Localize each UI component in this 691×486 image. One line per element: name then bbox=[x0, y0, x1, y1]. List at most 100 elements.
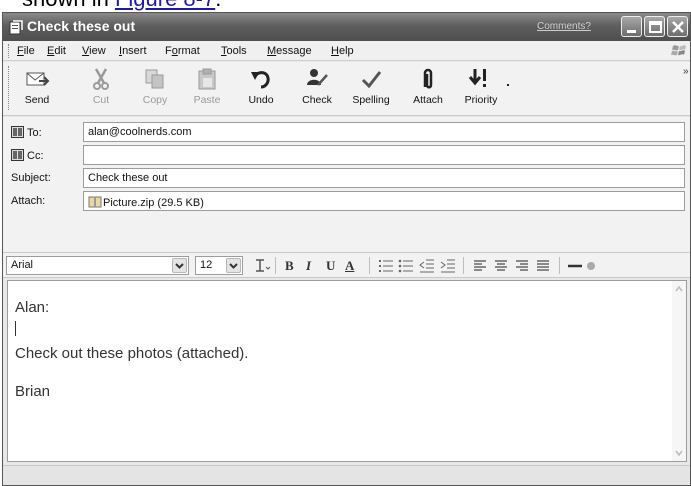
chevron-down-icon bbox=[229, 263, 238, 269]
menubar-grip[interactable] bbox=[8, 44, 11, 58]
size-dropdown-button[interactable] bbox=[226, 258, 241, 273]
body-scrollbar[interactable] bbox=[672, 281, 686, 461]
maximize-icon bbox=[649, 21, 662, 33]
menu-view[interactable]: View bbox=[82, 45, 106, 57]
minimize-icon bbox=[627, 30, 636, 33]
body-line-greeting: Alan: bbox=[15, 299, 50, 316]
address-book-icon bbox=[11, 149, 24, 161]
menu-insert[interactable]: Insert bbox=[119, 45, 147, 57]
toolbar-grip[interactable] bbox=[8, 66, 11, 110]
menu-help[interactable]: Help bbox=[331, 45, 354, 57]
body-line-signature: Brian bbox=[15, 383, 51, 400]
priority-button[interactable]: Priority bbox=[459, 65, 503, 113]
subject-label: Subject: bbox=[11, 172, 51, 184]
figure-link[interactable]: Figure 8-7 bbox=[115, 0, 215, 11]
underline-button[interactable]: U bbox=[326, 258, 335, 274]
scroll-up-icon[interactable] bbox=[674, 284, 684, 294]
justify-icon[interactable] bbox=[534, 257, 552, 275]
scroll-down-icon[interactable] bbox=[674, 448, 684, 458]
spelling-button[interactable]: Spelling bbox=[349, 65, 393, 113]
attach-label: Attach: bbox=[11, 195, 46, 207]
menu-format[interactable]: Format bbox=[165, 45, 200, 57]
align-center-icon[interactable] bbox=[492, 257, 510, 275]
insert-picture-icon[interactable] bbox=[585, 257, 603, 275]
subject-field[interactable]: Check these out bbox=[83, 168, 685, 188]
comments-link[interactable]: Comments? bbox=[537, 21, 591, 32]
windows-logo-icon bbox=[671, 42, 687, 61]
chevron-down-icon bbox=[175, 263, 184, 269]
status-bar bbox=[3, 465, 690, 485]
compose-window: Check these out Comments? File Edit View… bbox=[2, 12, 691, 486]
address-book-icon bbox=[11, 126, 24, 138]
italic-button[interactable]: I bbox=[306, 258, 311, 274]
formatting-toolbar: Arial 12 B I U A bbox=[3, 252, 690, 278]
font-color-button[interactable]: A bbox=[345, 258, 354, 274]
main-toolbar: Send Cut Copy Paste Undo Check Spelling bbox=[3, 62, 690, 116]
minimize-button[interactable] bbox=[621, 16, 642, 37]
close-icon bbox=[672, 21, 684, 33]
caption-prefix: shown in bbox=[22, 0, 115, 11]
chevron-down-icon bbox=[507, 84, 509, 86]
send-button[interactable]: Send bbox=[19, 65, 55, 113]
toolbar-overflow[interactable]: » bbox=[683, 66, 689, 77]
menu-bar: File Edit View Insert Format Tools Messa… bbox=[3, 41, 690, 61]
decrease-indent-icon[interactable] bbox=[418, 257, 436, 275]
check-names-button[interactable]: Check bbox=[299, 65, 335, 113]
clipboard-icon bbox=[198, 68, 216, 90]
priority-icon bbox=[468, 69, 486, 87]
text-caret bbox=[15, 321, 16, 336]
close-button[interactable] bbox=[667, 16, 688, 37]
checkmark-icon bbox=[361, 71, 382, 89]
cc-field[interactable] bbox=[83, 145, 685, 165]
to-field[interactable]: alan@coolnerds.com bbox=[83, 122, 685, 142]
paperclip-icon bbox=[423, 68, 433, 89]
cc-row: Cc: bbox=[3, 145, 690, 167]
copy-icon bbox=[145, 69, 164, 89]
zip-file-icon bbox=[88, 196, 102, 208]
numbered-list-icon[interactable] bbox=[377, 257, 395, 275]
menu-tools[interactable]: Tools bbox=[221, 45, 247, 57]
figure-caption: shown in Figure 8-7. bbox=[0, 0, 691, 12]
paste-button[interactable]: Paste bbox=[189, 65, 225, 113]
cut-button[interactable]: Cut bbox=[85, 65, 117, 113]
bullet-list-icon[interactable] bbox=[397, 257, 415, 275]
scissors-icon bbox=[93, 68, 109, 90]
separator bbox=[275, 257, 276, 274]
font-family-select[interactable]: Arial bbox=[6, 256, 189, 275]
font-dropdown-button[interactable] bbox=[172, 258, 187, 273]
priority-dropdown[interactable] bbox=[504, 80, 512, 94]
separator bbox=[369, 257, 370, 274]
attach-button[interactable]: Attach bbox=[408, 65, 448, 113]
separator bbox=[559, 257, 560, 274]
paragraph-style-icon[interactable] bbox=[253, 257, 271, 275]
undo-button[interactable]: Undo bbox=[243, 65, 279, 113]
message-body[interactable]: Alan: Check out these photos (attached).… bbox=[7, 280, 687, 462]
increase-indent-icon[interactable] bbox=[439, 257, 457, 275]
attach-row: Attach: Picture.zip (29.5 KB) bbox=[3, 191, 690, 213]
attachment-item[interactable]: Picture.zip (29.5 KB) bbox=[88, 195, 204, 209]
compose-icon bbox=[9, 19, 23, 35]
menu-message[interactable]: Message bbox=[267, 45, 312, 57]
maximize-button[interactable] bbox=[644, 16, 665, 37]
caption-suffix: . bbox=[215, 0, 221, 11]
cc-label[interactable]: Cc: bbox=[11, 149, 44, 162]
bold-button[interactable]: B bbox=[285, 258, 294, 274]
undo-icon bbox=[251, 71, 270, 89]
align-right-icon[interactable] bbox=[513, 257, 531, 275]
send-icon bbox=[26, 72, 50, 86]
attach-field[interactable]: Picture.zip (29.5 KB) bbox=[83, 191, 685, 211]
message-headers: To: alan@coolnerds.com Cc: Subject: Chec… bbox=[3, 117, 690, 263]
separator bbox=[463, 257, 464, 274]
check-names-icon bbox=[307, 69, 328, 86]
to-row: To: alan@coolnerds.com bbox=[3, 122, 690, 144]
menu-file[interactable]: File bbox=[17, 45, 35, 57]
align-left-icon[interactable] bbox=[471, 257, 489, 275]
to-label[interactable]: To: bbox=[11, 126, 42, 139]
subject-row: Subject: Check these out bbox=[3, 168, 690, 190]
menu-edit[interactable]: Edit bbox=[47, 45, 66, 57]
window-title: Check these out bbox=[27, 18, 136, 34]
horizontal-line-icon[interactable] bbox=[566, 257, 584, 275]
copy-button[interactable]: Copy bbox=[137, 65, 173, 113]
title-bar[interactable]: Check these out Comments? bbox=[3, 13, 690, 41]
font-size-select[interactable]: 12 bbox=[195, 256, 243, 275]
